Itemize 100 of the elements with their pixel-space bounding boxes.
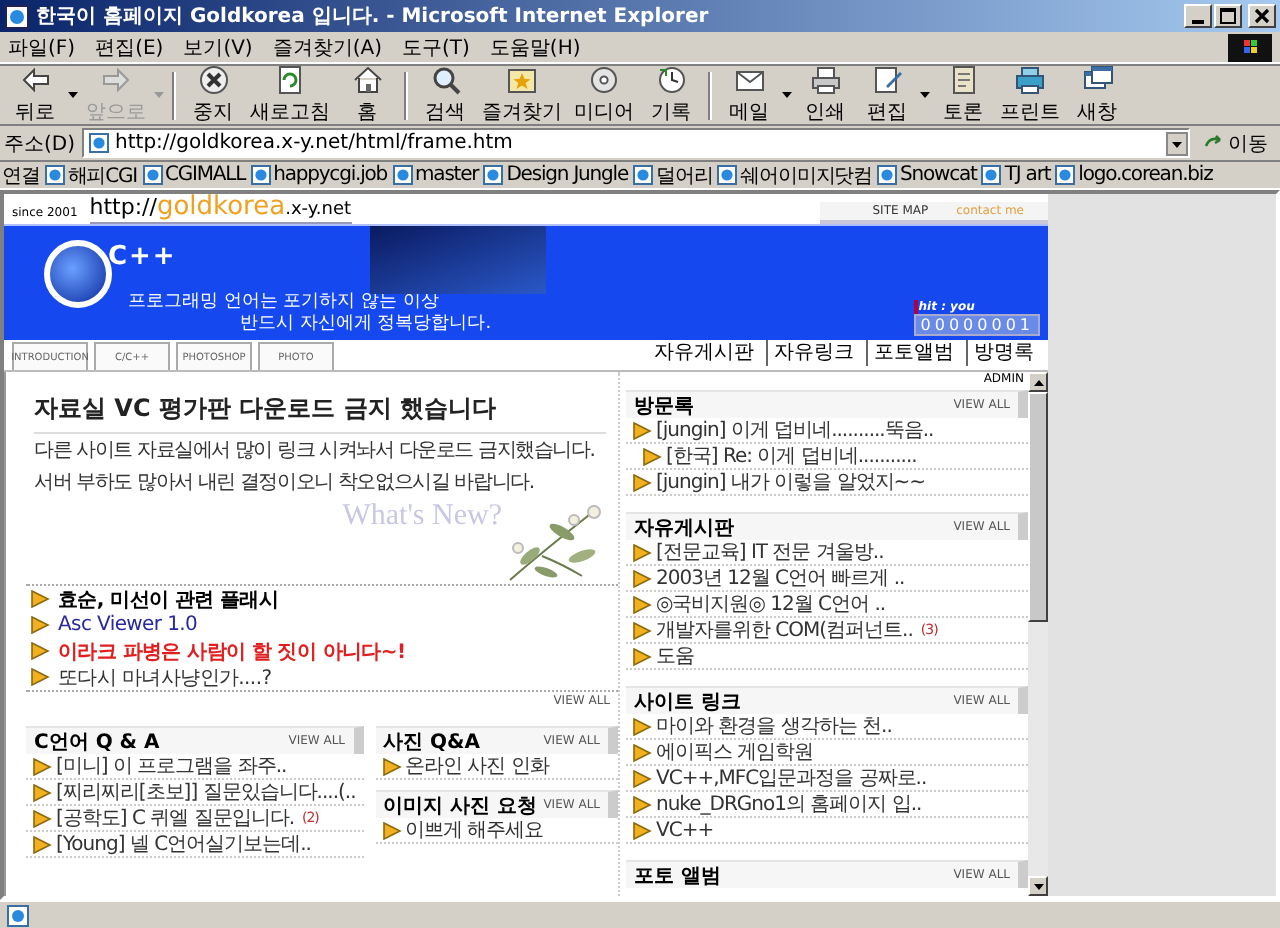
page-icon (43, 164, 66, 186)
page-icon (391, 164, 414, 186)
bullet-icon (632, 795, 652, 813)
bullet-icon (30, 590, 50, 608)
toolbar-button[interactable]: 새로고침 (244, 62, 336, 128)
bullet-icon (30, 668, 50, 686)
toolbar-button[interactable]: 기록 (640, 62, 702, 128)
bullet-icon (32, 835, 52, 853)
menu-item[interactable]: 도움말(H) (489, 33, 581, 61)
caret-icon (68, 92, 78, 98)
notice-text: 다른 사이트 자료실에서 많이 링크 시켜놔서 다운로드 금지했습니다. (34, 440, 597, 464)
menu-item[interactable]: 도구(T) (402, 33, 470, 61)
news-link[interactable]: 또다시 마녀사냥인가....? (58, 663, 272, 691)
toolbar-button[interactable]: 프린트 (994, 62, 1066, 128)
toolbar-button[interactable]: 뒤로 (4, 62, 66, 128)
post-link[interactable]: 개발자를위한 COM(컴퍼넌트.. (656, 616, 913, 644)
toolbar-button[interactable]: 즐겨찾기 (476, 62, 568, 128)
post-link[interactable]: [전문교육] IT 전문 겨울방.. (656, 538, 884, 566)
news-link[interactable]: Asc Viewer 1.0 (58, 614, 198, 636)
caret-icon (920, 92, 930, 98)
favorite-link[interactable]: master (391, 164, 479, 186)
post-link[interactable]: nuke_DRGno1의 홈페이지 입.. (656, 790, 922, 818)
down-arrow-icon (1033, 883, 1043, 889)
post-link[interactable]: 에이픽스 게임학원 (656, 738, 814, 766)
menu-item[interactable]: 편집(E) (95, 33, 164, 61)
board-title: 사이트 링크 (634, 689, 741, 715)
favorite-link[interactable]: TJ art (980, 164, 1051, 186)
favorite-link[interactable]: Snowcat (876, 164, 977, 186)
bullet-icon (632, 743, 652, 761)
bullet-icon (632, 473, 652, 491)
slogan-text: 프로그래밍 언어는 포기하지 않는 이상 (128, 292, 441, 314)
menu-item[interactable]: 즐겨찾기(A) (272, 33, 382, 61)
bullet-icon (632, 821, 652, 839)
toolbar-button[interactable]: 토론 (932, 62, 994, 128)
toolbar-button[interactable]: 인쇄 (794, 62, 856, 128)
favorite-link[interactable]: Design Jungle (482, 164, 629, 186)
toolbar-button[interactable]: 편집 (856, 62, 918, 128)
scroll-up-button[interactable] (1028, 372, 1048, 392)
stop-icon (197, 64, 229, 96)
favorite-link[interactable]: CGIMALL (141, 164, 246, 186)
maximize-icon (1220, 8, 1236, 24)
page-icon (1054, 164, 1077, 186)
menu-link[interactable]: 자유링크 (766, 338, 860, 366)
toolbar-button[interactable]: 검색 (414, 62, 476, 128)
toolbar-button[interactable]: 새창 (1066, 62, 1128, 128)
post-link[interactable]: 이쁘게 해주세요 (405, 816, 544, 844)
post-link[interactable]: 마이와 환경을 생각하는 천.. (656, 712, 892, 740)
post-link[interactable]: 2003년 12월 C언어 빠르게 .. (656, 564, 905, 592)
toolbar-button[interactable]: 메일 (718, 62, 780, 128)
bullet-icon (632, 647, 652, 665)
menu-link[interactable]: 포토앨범 (866, 338, 960, 366)
favorite-link[interactable]: happycgi.job (249, 164, 388, 186)
minimize-button[interactable] (1184, 4, 1212, 28)
favorite-link[interactable]: 해피CGI (43, 161, 137, 189)
toolbar-button[interactable]: 중지 (182, 62, 244, 128)
post-link[interactable]: [미니] 이 프로그램을 좌주.. (56, 752, 287, 780)
notice-title: 자료실 VC 평가판 다운로드 금지 했습니다 (34, 380, 606, 434)
news-link[interactable]: 이라크 파병은 사람이 할 짓이 아니다~! (58, 637, 406, 665)
post-link[interactable]: [jungin] 내가 이렇을 알었지~~ (656, 468, 926, 496)
page-icon (249, 164, 272, 186)
address-field[interactable]: http://goldkorea.x-y.net/html/frame.htm (81, 128, 1190, 158)
post-link[interactable]: VC++,MFC입문과정을 공짜로.. (656, 764, 927, 792)
post-link[interactable]: [공학도] C 퀴엘 질문입니다. (56, 804, 294, 832)
scroll-thumb[interactable] (1028, 392, 1048, 622)
post-link[interactable]: [jungin] 이게 덥비네..........뚝음.. (656, 416, 934, 444)
bullet-icon (632, 769, 652, 787)
favorite-link[interactable]: logo.corean.biz (1054, 164, 1213, 186)
board-title: 포토 앨범 (634, 863, 721, 889)
maximize-button[interactable] (1214, 4, 1242, 28)
close-button[interactable] (1248, 4, 1276, 28)
go-button[interactable]: 이동 (1196, 128, 1276, 158)
menu-link[interactable]: 자유게시판 (648, 338, 760, 366)
post-link[interactable]: [한국] Re: 이게 덥비네........... (666, 442, 917, 470)
bullet-icon (632, 621, 652, 639)
favorite-link[interactable]: 쉐어이미지닷컴 (716, 161, 873, 189)
links-label: 연결 (2, 163, 40, 189)
post-link[interactable]: [찌리찌리[초보]] 질문있습니다....(.. (56, 778, 356, 806)
post-link[interactable]: 온라인 사진 인화 (405, 752, 549, 780)
menu-item[interactable]: 파일(F) (8, 33, 76, 61)
browser-icon (4, 3, 30, 29)
bullet-icon (632, 569, 652, 587)
menu-link[interactable]: 방명록 (966, 338, 1040, 366)
news-link[interactable]: 효순, 미선이 관련 플래시 (58, 585, 279, 613)
page-icon (632, 164, 655, 186)
globe-drawing (44, 240, 112, 308)
post-link[interactable]: VC++ (656, 819, 714, 841)
post-link[interactable]: 도움 (656, 642, 694, 670)
notice-text: 서버 부하도 많아서 내린 결정이오니 착오없으시길 바랍니다. (34, 472, 536, 496)
bullet-icon (632, 595, 652, 613)
throbber-icon (1228, 33, 1272, 61)
favorite-link[interactable]: 덜어리 (632, 161, 713, 189)
address-label: 주소(D) (4, 131, 76, 157)
bullet-icon (30, 616, 50, 634)
menu-item[interactable]: 보기(V) (183, 33, 253, 61)
board-title: 이미지 사진 요청 (383, 793, 537, 819)
toolbar-button[interactable]: 홈 (336, 62, 398, 128)
toolbar-button[interactable]: 미디어 (568, 62, 640, 128)
scroll-down-button[interactable] (1028, 876, 1048, 896)
post-link[interactable]: ◎국비지원◎ 12월 C언어 .. (656, 590, 886, 618)
post-link[interactable]: [Young] 넬 C언어실기보는데.. (56, 830, 311, 858)
